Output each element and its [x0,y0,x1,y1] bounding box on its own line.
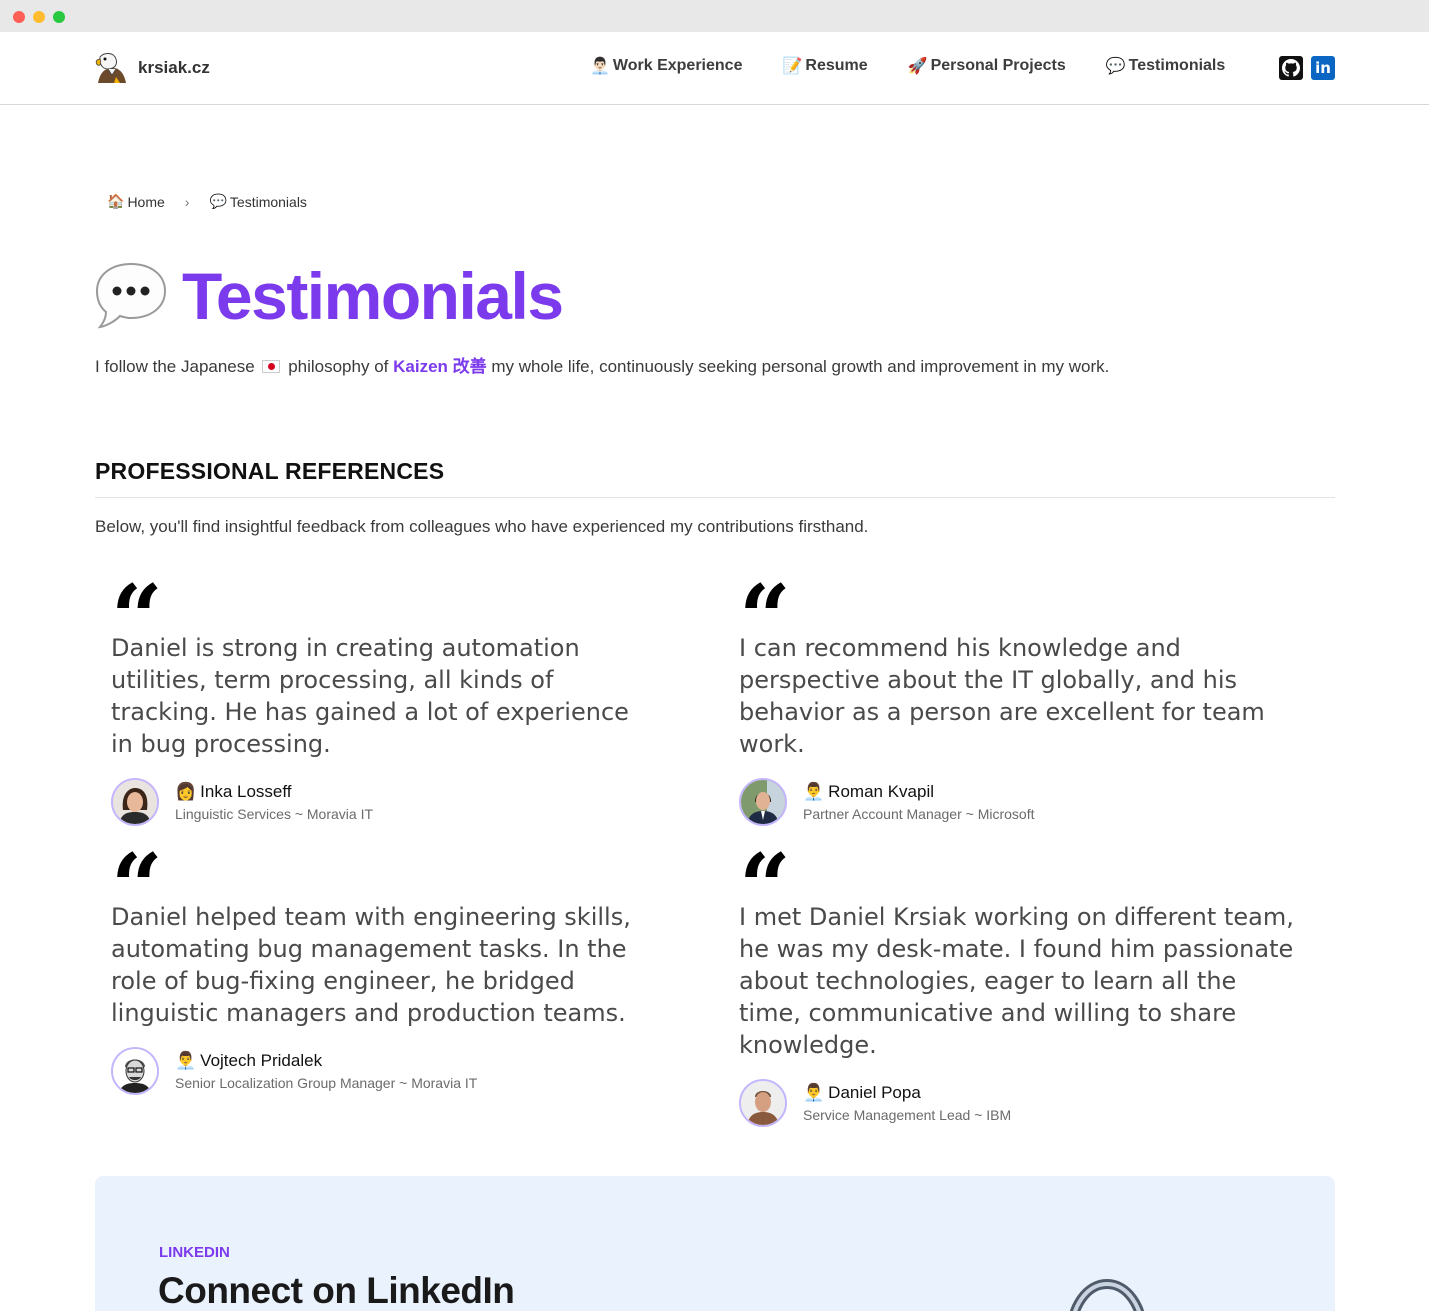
testimonial-quote: I met Daniel Krsiak working on different… [739,903,1294,1059]
quote-icon: “ [739,834,791,940]
github-link[interactable] [1279,56,1303,80]
office-worker-icon: 👨‍💼 [803,1083,825,1102]
kaizen-link[interactable]: Kaizen 改善 [393,357,487,376]
main-nav: 👨🏻‍💼 Work Experience 📝 Resume 🚀 Personal… [590,56,1265,76]
testimonial-author: 👨‍💼 Vojtech Pridalek Senior Localization… [111,1047,711,1095]
intro-text: philosophy of [288,357,389,376]
nav-item-label: Work Experience [612,57,743,74]
rocket-icon: 🚀 [907,58,928,75]
author-name-text: Roman Kvapil [828,782,934,801]
linkedin-icon: in [1315,59,1331,77]
author-name-text: Inka Losseff [200,782,292,801]
page-intro: I follow the Japanese philosophy of Kaiz… [95,352,1109,377]
quote-icon: “ [111,565,163,671]
testimonial-author: 👨‍💼 Daniel Popa Service Management Lead … [739,1079,1339,1127]
author-name: 👨‍💼 Roman Kvapil [803,782,1035,802]
window-titlebar [0,0,1429,32]
author-name: 👨‍💼 Vojtech Pridalek [175,1051,477,1071]
page-heading: Testimonials [182,259,564,333]
testimonial-author: 👨‍💼 Roman Kvapil Partner Account Manager… [739,778,1339,826]
minimize-window-button[interactable] [33,11,45,23]
businessman-icon: 👨🏻‍💼 [590,58,610,75]
nav-item-label: Personal Projects [930,57,1066,74]
person-icon: 👩 [175,782,197,801]
office-worker-icon: 👨‍💼 [175,1051,197,1070]
linkedin-title: Connect on LinkedIn [158,1270,515,1311]
author-name: 👨‍💼 Daniel Popa [803,1083,1011,1103]
linkedin-link[interactable]: in [1311,56,1335,80]
quote-icon: “ [111,834,163,940]
linkedin-cta: LINKEDIN Connect on LinkedIn [95,1176,1335,1311]
testimonial-author: 👩 Inka Losseff Linguistic Services ~ Mor… [111,778,711,826]
site-logo-link[interactable]: krsiak.cz [94,50,210,86]
quote-icon: “ [739,565,791,671]
nav-item-testimonials[interactable]: 💬 Testimonials [1106,56,1226,76]
chain-link-icon [1070,1278,1144,1311]
testimonial-quote: Daniel is strong in creating automation … [111,634,629,758]
avatar [739,1079,787,1127]
japan-flag-icon [262,360,281,373]
author-role: Senior Localization Group Manager ~ Mora… [175,1075,478,1091]
nav-item-personal-projects[interactable]: 🚀 Personal Projects [908,56,1066,76]
nav-item-label: Resume [805,57,868,74]
author-name-text: Daniel Popa [828,1083,921,1102]
testimonial-card: “ Daniel helped team with engineering sk… [111,834,711,1095]
divider [95,497,1335,498]
testimonial-quote: Daniel helped team with engineering skil… [111,903,631,1027]
breadcrumb-label: Testimonials [229,193,307,210]
site-name: krsiak.cz [138,58,210,77]
page-title: Testimonials [94,258,564,334]
avatar [111,1047,159,1095]
testimonial-quote: I can recommend his knowledge and perspe… [739,634,1265,758]
speech-bubble-icon: 💬 [1105,58,1126,75]
testimonial-card: “ Daniel is strong in creating automatio… [111,565,711,826]
avatar [739,778,787,826]
linkedin-eyebrow: LINKEDIN [159,1244,230,1261]
office-worker-icon: 👨‍💼 [803,782,825,801]
breadcrumb-home[interactable]: 🏠 Home [107,193,165,210]
nav-item-label: Testimonials [1128,57,1226,74]
close-window-button[interactable] [13,11,25,23]
maximize-window-button[interactable] [53,11,65,23]
site-header: krsiak.cz 👨🏻‍💼 Work Experience 📝 Resume … [0,32,1429,105]
author-role: Partner Account Manager ~ Microsoft [803,806,1035,822]
breadcrumb: 🏠 Home › 💬 Testimonials [107,193,307,210]
avatar [111,778,159,826]
author-role: Service Management Lead ~ IBM [803,1107,1012,1123]
github-icon [1282,59,1300,77]
author-role: Linguistic Services ~ Moravia IT [175,806,374,822]
breadcrumb-label: Home [127,193,165,210]
chevron-right-icon: › [184,193,190,210]
intro-text: I follow the Japanese [95,357,255,376]
breadcrumb-current: 💬 Testimonials [209,193,306,210]
testimonial-card: “ I can recommend his knowledge and pers… [739,565,1339,826]
speech-bubble-icon [95,262,167,329]
author-name-text: Vojtech Pridalek [200,1051,323,1070]
speech-bubble-icon: 💬 [209,193,227,209]
eagle-icon [95,53,126,83]
nav-item-resume[interactable]: 📝 Resume [782,56,867,76]
section-heading: PROFESSIONAL REFERENCES [95,458,445,484]
testimonial-card: “ I met Daniel Krsiak working on differe… [739,834,1339,1127]
author-name: 👩 Inka Losseff [175,782,373,802]
section-description: Below, you'll find insightful feedback f… [95,517,869,536]
memo-icon: 📝 [782,58,803,75]
intro-text: my whole life, continuously seeking pers… [491,357,1110,376]
house-icon: 🏠 [107,193,125,209]
nav-item-work-experience[interactable]: 👨🏻‍💼 Work Experience [590,56,742,76]
